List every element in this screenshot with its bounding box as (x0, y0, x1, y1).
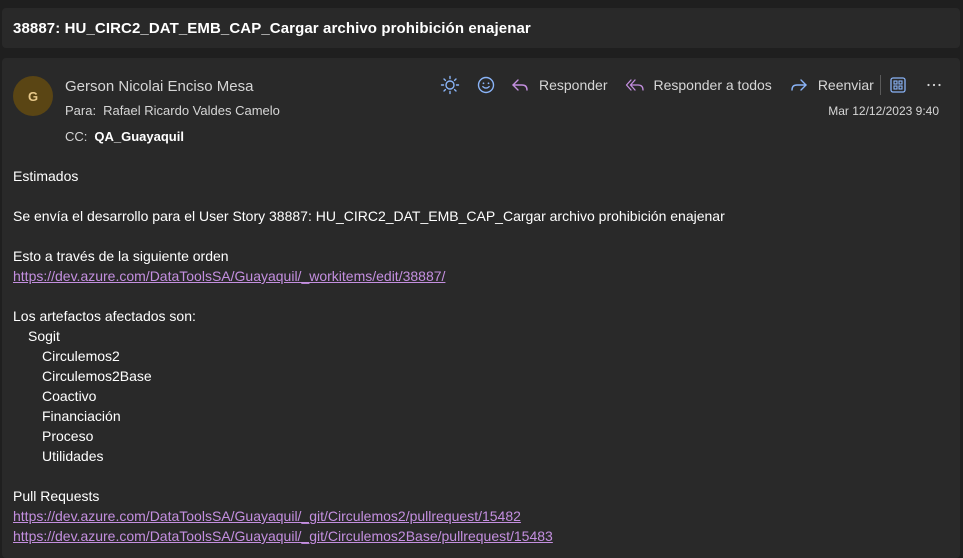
artifact-item: Coactivo (42, 388, 97, 404)
order-text: Esto a través de la siguiente orden (13, 248, 229, 264)
artifact-item: Circulemos2 (42, 348, 120, 364)
cc-line: CC: QA_Guayaquil (65, 129, 184, 144)
apps-icon[interactable] (887, 74, 909, 96)
forward-button[interactable]: Reenviar (788, 74, 874, 96)
forward-label: Reenviar (817, 77, 874, 93)
message-pane: G Gerson Nicolai Enciso Mesa Para: Rafael… (2, 58, 960, 558)
to-recipient[interactable]: Rafael Ricardo Valdes Camelo (103, 103, 280, 118)
to-line: Para: Rafael Ricardo Valdes Camelo (65, 103, 280, 118)
artifact-item: Utilidades (42, 448, 104, 464)
artifacts-title: Los artefactos afectados son: (13, 308, 196, 324)
reply-button[interactable]: Responder (509, 74, 608, 96)
pull-request-link[interactable]: https://dev.azure.com/DataToolsSA/Guayaq… (13, 528, 553, 544)
intro-text: Se envía el desarrollo para el User Stor… (13, 208, 725, 224)
message-toolbar: Responder Responder a todos Reenviar (439, 74, 945, 96)
more-icon[interactable] (923, 74, 945, 96)
to-label: Para: (65, 103, 97, 118)
reply-icon (509, 74, 531, 96)
message-subject: 38887: HU_CIRC2_DAT_EMB_CAP_Cargar archi… (2, 8, 960, 48)
brightness-icon[interactable] (439, 74, 461, 96)
greeting-text: Estimados (13, 168, 79, 184)
sender-avatar[interactable]: G (13, 76, 53, 116)
message-date: Mar 12/12/2023 9:40 (828, 104, 939, 118)
forward-icon (788, 74, 810, 96)
cc-label: CC: (65, 129, 88, 144)
cc-recipient[interactable]: QA_Guayaquil (94, 129, 184, 144)
artifact-group: Sogit (28, 328, 60, 344)
reply-all-label: Responder a todos (653, 77, 772, 93)
artifact-item: Financiación (42, 408, 121, 424)
artifact-item: Proceso (42, 428, 94, 444)
toolbar-divider (879, 75, 881, 95)
reply-all-button[interactable]: Responder a todos (624, 74, 772, 96)
pull-requests-title: Pull Requests (13, 488, 100, 504)
message-body: Estimados Se envía el desarrollo para el… (13, 166, 953, 546)
emoji-icon[interactable] (475, 74, 497, 96)
artifact-item: Circulemos2Base (42, 368, 152, 384)
sender-name[interactable]: Gerson Nicolai Enciso Mesa (65, 78, 253, 95)
reply-label: Responder (539, 77, 608, 93)
pull-request-link[interactable]: https://dev.azure.com/DataToolsSA/Guayaq… (13, 508, 521, 524)
workitem-link[interactable]: https://dev.azure.com/DataToolsSA/Guayaq… (13, 268, 445, 284)
reply-all-icon (624, 74, 646, 96)
